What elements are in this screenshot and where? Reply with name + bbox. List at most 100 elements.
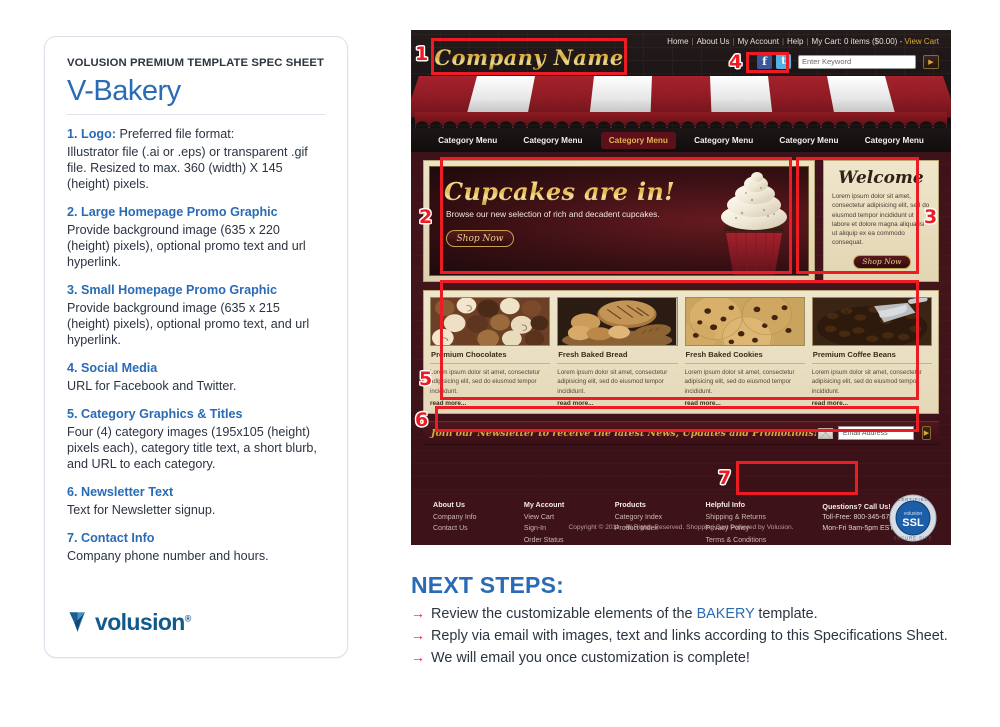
search-input[interactable]: Enter Keyword	[798, 54, 916, 69]
spec-item-1-heading: Logo:	[81, 127, 116, 141]
mockup-body: Cupcakes are in! Browse our new selectio…	[411, 152, 951, 490]
category-card[interactable]: Fresh Baked Cookies Lorem ipsum dolor si…	[684, 297, 805, 407]
view-cart-link[interactable]: View Cart	[904, 37, 939, 46]
spec-item-5-body: Four (4) category images (195x105 (heigh…	[67, 424, 317, 471]
category-blurb: Lorem ipsum dolor sit amet, consectetur …	[811, 369, 922, 395]
next-steps-item-1-post: template.	[754, 606, 818, 622]
category-card[interactable]: Premium Chocolates Lorem ipsum dolor sit…	[430, 297, 551, 407]
footer-link[interactable]: Category Index	[615, 512, 706, 523]
spec-item-5-heading: Category Graphics & Titles	[81, 407, 243, 422]
volusion-tm: ®	[184, 612, 192, 623]
logo-area[interactable]: Company Name	[429, 40, 629, 75]
mockup-footer: About Us Company Info Contact Us My Acco…	[411, 490, 951, 545]
category-card[interactable]: Premium Coffee Beans Lorem ipsum dolor s…	[811, 297, 932, 407]
search-submit-button[interactable]: ▶	[923, 54, 939, 69]
utility-link-help[interactable]: Help	[787, 37, 803, 46]
spec-item-7-body: Company phone number and hours.	[67, 548, 269, 563]
copyright-text: Copyright © 2011 . All Rights Reserved. …	[568, 524, 794, 531]
volusion-checkmark-icon	[69, 612, 85, 632]
svg-text:CERTIFIED: CERTIFIED	[897, 497, 928, 502]
envelope-icon	[817, 427, 833, 439]
utility-link-account[interactable]: My Account	[738, 37, 779, 46]
spec-item-7: 7. Contact Info Company phone number and…	[67, 531, 325, 564]
next-steps-item-3: We will email you once customization is …	[431, 650, 750, 666]
category-image-coffee	[811, 297, 932, 347]
welcome-shop-now-button[interactable]: Shop Now	[853, 254, 911, 269]
promo-shop-now-button[interactable]: Shop Now	[446, 230, 514, 247]
next-steps-item: → Reply via email with images, text and …	[411, 627, 981, 645]
nav-item-4[interactable]: Category Menu	[686, 132, 761, 149]
annotation-number-7: 7	[718, 467, 732, 489]
annotation-number-1: 1	[415, 43, 429, 65]
spec-item-5-num: 5.	[67, 407, 78, 422]
category-blurb: Lorem ipsum dolor sit amet, consectetur …	[684, 369, 795, 395]
spec-item-4-num: 4.	[67, 361, 78, 376]
spec-item-4-heading: Social Media	[81, 361, 158, 376]
ssl-seal-badge: volusion SSL CERTIFIED SECURE SITE	[889, 494, 937, 542]
newsletter-email-input[interactable]: Email Address	[837, 426, 914, 440]
social-and-search: f t Enter Keyword ▶	[757, 54, 939, 69]
twitter-icon[interactable]: t	[776, 54, 791, 69]
category-read-more-link[interactable]: read more...	[557, 396, 677, 407]
category-read-more-link[interactable]: read more...	[812, 396, 932, 407]
category-image-bread	[557, 297, 678, 347]
category-read-more-link[interactable]: read more...	[685, 396, 805, 407]
spec-item-3: 3. Small Homepage Promo Graphic Provide …	[67, 283, 325, 348]
spec-item-1-body: Illustrator file (.ai or .eps) or transp…	[67, 144, 308, 191]
spec-item-2-heading: Large Homepage Promo Graphic	[81, 205, 278, 220]
footer-heading: Products	[614, 500, 646, 509]
facebook-icon[interactable]: f	[757, 54, 772, 69]
footer-column-products: Products Category Index Product Index	[615, 500, 706, 545]
category-title: Premium Coffee Beans	[811, 346, 932, 365]
newsletter-submit-button[interactable]: ▶	[921, 426, 931, 440]
next-steps-section: NEXT STEPS: → Review the customizable el…	[411, 572, 981, 671]
category-read-more-link[interactable]: read more...	[430, 396, 550, 407]
spec-item-7-num: 7.	[67, 530, 78, 545]
spec-item-1-num: 1.	[67, 127, 78, 141]
page-title: V-Bakery	[67, 75, 181, 107]
small-promo-graphic[interactable]: Welcome Lorem ipsum dolor sit amet, cons…	[823, 160, 939, 282]
welcome-headline: Welcome	[838, 168, 924, 188]
category-card[interactable]: Fresh Baked Bread Lorem ipsum dolor sit …	[557, 297, 678, 407]
large-promo-graphic[interactable]: Cupcakes are in! Browse our new selectio…	[423, 160, 815, 282]
spec-item-1-note: Preferred file format:	[119, 127, 235, 141]
category-grid: Premium Chocolates Lorem ipsum dolor sit…	[423, 290, 939, 414]
category-title: Premium Chocolates	[430, 346, 551, 365]
spec-item-3-num: 3.	[67, 283, 78, 298]
nav-item-1[interactable]: Category Menu	[430, 132, 505, 149]
spec-item-2-body: Provide background image (635 x 220 (hei…	[67, 222, 306, 270]
footer-link[interactable]: View Cart	[524, 512, 615, 523]
nav-item-5[interactable]: Category Menu	[771, 132, 846, 149]
spec-item-1: 1. Logo: Preferred file format: Illustra…	[67, 127, 325, 192]
spec-item-4-body: URL for Facebook and Twitter.	[67, 378, 237, 393]
utility-nav: Home | About Us | My Account | Help | My Cart: 0…	[667, 37, 939, 46]
utility-link-about[interactable]: About Us	[697, 37, 730, 46]
spec-item-7-heading: Contact Info	[81, 530, 155, 545]
spec-item-4: 4. Social Media URL for Facebook and Twi…	[67, 361, 325, 394]
footer-link[interactable]: Terms & Conditions	[706, 535, 797, 545]
next-steps-item: → We will email you once customization i…	[411, 649, 981, 667]
footer-link[interactable]: Shipping & Returns	[706, 512, 797, 523]
footer-link[interactable]: Company Info	[433, 512, 524, 523]
nav-item-6[interactable]: Category Menu	[857, 132, 932, 149]
annotation-number-3: 3	[924, 206, 938, 228]
arrow-icon: →	[411, 605, 425, 621]
footer-heading: About Us	[433, 500, 465, 509]
annotation-number-6: 6	[415, 409, 429, 431]
promo-row: Cupcakes are in! Browse our new selectio…	[423, 160, 939, 282]
next-steps-item: → Review the customizable elements of th…	[411, 605, 981, 623]
newsletter-bar: Join our Newsletter to receive the lates…	[423, 421, 939, 445]
utility-link-home[interactable]: Home	[667, 37, 688, 46]
footer-column-account: My Account View Cart Sign-In Order Statu…	[524, 500, 615, 545]
footer-link[interactable]: Order Status	[524, 535, 615, 545]
nav-item-2[interactable]: Category Menu	[515, 132, 590, 149]
mockup-header: Company Name Home | About Us | My Account | He…	[411, 30, 951, 152]
volusion-wordmark: volusion	[95, 608, 185, 635]
newsletter-placeholder: Email Address	[842, 429, 888, 437]
spec-panel: VOLUSION PREMIUM TEMPLATE SPEC SHEET V-B…	[44, 36, 348, 658]
spec-item-3-heading: Small Homepage Promo Graphic	[81, 283, 277, 298]
newsletter-text: Join our Newsletter to receive the lates…	[431, 427, 818, 439]
svg-text:SECURE SITE: SECURE SITE	[894, 536, 933, 541]
nav-item-3-active[interactable]: Category Menu	[600, 131, 676, 149]
next-steps-item-1-pre: Review the customizable elements of the	[431, 606, 697, 622]
